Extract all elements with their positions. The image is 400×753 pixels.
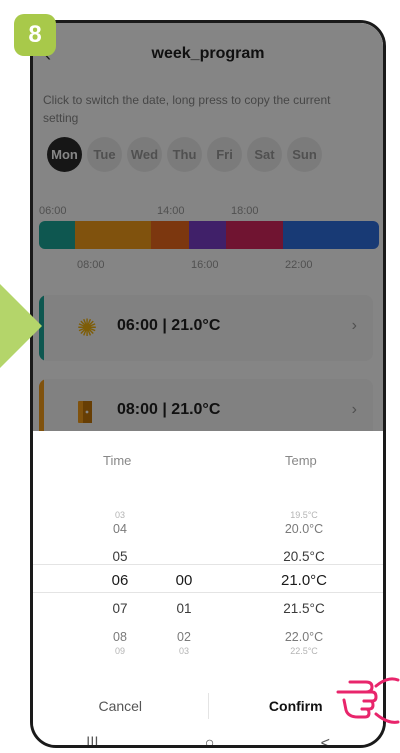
system-nav-bar: ||| ○ < bbox=[33, 727, 383, 745]
pointing-hand-icon bbox=[336, 677, 400, 724]
picker-item: 00 bbox=[175, 572, 193, 589]
picker-item: 03 bbox=[178, 646, 189, 656]
home-icon[interactable]: ○ bbox=[205, 735, 215, 745]
recent-apps-icon[interactable]: ||| bbox=[86, 735, 98, 745]
picker-item: 22.5°C bbox=[290, 646, 318, 656]
picker-item: 20.0°C bbox=[284, 522, 324, 536]
dialog-actions: Cancel Confirm bbox=[33, 685, 383, 727]
temp-column-header: Temp bbox=[285, 453, 317, 468]
hour-wheel[interactable]: 03 04 05 06 07 08 09 bbox=[95, 483, 145, 673]
minute-wheel[interactable]: 00 01 02 03 bbox=[159, 483, 209, 673]
time-temp-picker-sheet: Time Temp 03 04 05 06 07 08 09 00 01 02 … bbox=[33, 431, 383, 745]
back-nav-icon[interactable]: < bbox=[321, 735, 330, 745]
instruction-frame: 8 ‹ week_program Click to switch the dat… bbox=[0, 0, 400, 753]
pointer-arrow-icon bbox=[0, 284, 42, 368]
picker-item: 09 bbox=[114, 646, 125, 656]
picker-item: 21.0°C bbox=[280, 572, 328, 589]
picker-item: 04 bbox=[113, 522, 127, 536]
step-badge: 8 bbox=[14, 14, 56, 56]
app-screen: ‹ week_program Click to switch the date,… bbox=[33, 23, 383, 745]
cancel-button[interactable]: Cancel bbox=[33, 698, 208, 714]
phone-frame: ‹ week_program Click to switch the date,… bbox=[30, 20, 386, 748]
picker-item: 06 bbox=[111, 572, 129, 589]
picker-item: 21.5°C bbox=[283, 601, 325, 616]
temperature-wheel[interactable]: 19.5°C 20.0°C 20.5°C 21.0°C 21.5°C 22.0°… bbox=[259, 483, 349, 673]
picker-item: 07 bbox=[112, 601, 128, 616]
time-column-header: Time bbox=[103, 453, 132, 468]
picker-item: 01 bbox=[176, 601, 192, 616]
